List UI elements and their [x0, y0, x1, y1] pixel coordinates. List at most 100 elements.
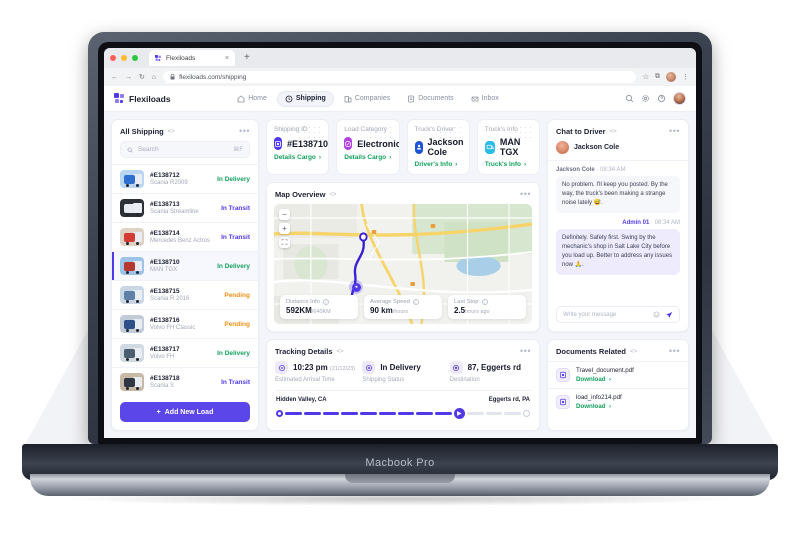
code-badge-icon[interactable]: <> [168, 128, 175, 135]
forward-icon[interactable]: → [125, 74, 132, 81]
chat-message-time: · 08:34 AM [596, 167, 626, 173]
bookmark-star-icon[interactable]: ☆ [643, 73, 649, 81]
list-item[interactable]: #E138714 Mercedes Benz Actros In Transit [112, 222, 258, 251]
code-badge-icon[interactable]: <> [610, 128, 617, 135]
document-download-link[interactable]: Download › [576, 403, 622, 410]
summary-card[interactable]: Truck's Info MAN TGX Truck's Info › [476, 119, 540, 175]
code-badge-icon[interactable]: <> [630, 348, 637, 355]
summary-card-link[interactable]: Driver's Info › [415, 161, 462, 168]
chat-more-button[interactable]: ••• [669, 127, 680, 136]
progress-track[interactable]: ▶ [276, 408, 530, 419]
nav-item-shipping[interactable]: Shipping [276, 90, 334, 107]
back-icon[interactable]: ← [111, 74, 118, 81]
summary-card[interactable]: Load Category Electronic Details Cargo › [336, 119, 400, 175]
search-icon[interactable] [625, 94, 634, 103]
send-icon[interactable] [665, 311, 673, 319]
code-badge-icon[interactable]: <> [337, 348, 344, 355]
list-item-model: Volvo FH [150, 354, 175, 360]
documents-more-button[interactable]: ••• [669, 347, 680, 356]
list-item[interactable]: #E138715 Scania R 2016 Pending [112, 280, 258, 309]
document-download-link[interactable]: Download › [576, 376, 634, 383]
address-input[interactable]: flexiloads.com/shipping [163, 71, 636, 83]
chat-panel: Chat to Driver <> ••• Jackson Cole Jacks… [547, 119, 689, 332]
truck-position-marker[interactable]: ◂ [349, 280, 363, 294]
info-icon[interactable]: i [412, 299, 419, 305]
info-icon[interactable]: i [322, 299, 329, 305]
panel-more-button[interactable]: ••• [239, 127, 250, 136]
info-icon[interactable]: i [481, 299, 488, 305]
shipping-list[interactable]: #E138712 Scania R2009 In Delivery #E1387… [112, 164, 258, 396]
search-icon [127, 147, 133, 152]
map-fullscreen-button[interactable]: ⛶ [279, 237, 290, 248]
summary-card[interactable]: Shipping ID #E138710 Details Cargo › [266, 119, 330, 175]
progress-segment [303, 412, 321, 415]
gear-icon[interactable] [641, 94, 650, 103]
code-badge-icon[interactable]: <> [329, 191, 336, 198]
chevron-right-icon: › [389, 154, 392, 161]
browser-menu-icon[interactable]: ⋮ [682, 73, 689, 81]
nav-item-inbox[interactable]: Inbox [464, 92, 506, 106]
nav-item-documents[interactable]: Documents [400, 92, 460, 106]
list-item[interactable]: #E138713 Scania Streamline In Transit [112, 193, 258, 222]
tab-close-icon[interactable]: × [225, 55, 229, 62]
dot-pattern-decor [367, 125, 394, 141]
user-icon [414, 140, 423, 154]
documents-title: Documents Related [556, 347, 627, 356]
reload-icon[interactable]: ↻ [139, 73, 145, 81]
truck-thumbnail [120, 228, 144, 246]
list-item-meta: #E138718 Scania S [150, 375, 215, 389]
nav-item-home[interactable]: Home [230, 92, 274, 106]
progress-segment [341, 412, 358, 415]
list-item[interactable]: #E138712 Scania R2009 In Delivery [112, 164, 258, 193]
new-tab-button[interactable]: + [244, 53, 250, 63]
browser-profile-avatar[interactable] [666, 72, 676, 82]
map-zoom-in-button[interactable]: + [279, 223, 290, 234]
document-item[interactable]: load_info214.pdf Download › [548, 388, 688, 415]
list-item-id: #E138716 [150, 317, 180, 324]
summary-card-link[interactable]: Details Cargo › [344, 154, 391, 161]
nav-item-shipping-label: Shipping [295, 95, 326, 102]
list-item-id: #E138713 [150, 201, 180, 208]
search-input[interactable]: Search ⌘F [120, 141, 250, 158]
list-item[interactable]: #E138717 Volvo FH In Delivery [112, 338, 258, 367]
app-logo[interactable]: Flexiloads [114, 93, 171, 104]
truck-marker-icon[interactable]: ▶ [453, 408, 465, 419]
status-badge: In Transit [221, 204, 250, 212]
map-stat-label: Distance Info i [286, 299, 352, 305]
status-badge: Pending [224, 320, 250, 328]
map-stat-value: 90 km/hours [370, 306, 408, 315]
list-item[interactable]: #E138716 Volvo FH Classic Pending [112, 309, 258, 338]
emoji-icon[interactable] [653, 311, 660, 318]
list-item[interactable]: #E138710 MAN TGX In Delivery [112, 251, 258, 280]
search-placeholder: Search [138, 146, 159, 153]
origin-label: Hidden Valley, CA [276, 397, 327, 403]
help-icon[interactable] [657, 94, 666, 103]
window-minimize-button[interactable] [121, 55, 127, 61]
add-new-load-button[interactable]: + Add New Load [120, 402, 250, 422]
documents-list: Travel_document.pdf Download › load_info… [548, 361, 688, 415]
avatar[interactable] [673, 92, 686, 105]
map-zoom-out-button[interactable]: − [279, 209, 290, 220]
status-badge: Pending [224, 291, 250, 299]
summary-card-link[interactable]: Details Cargo › [274, 154, 321, 161]
extensions-icon[interactable]: ⧉ [655, 73, 660, 81]
tracking-stats: 10:23 pm (21/12/23) Estimated Arrival Ti… [267, 361, 539, 383]
nav-item-documents-label: Documents [418, 95, 454, 102]
map-more-button[interactable]: ••• [520, 190, 531, 199]
tracking-more-button[interactable]: ••• [520, 347, 531, 356]
map-canvas[interactable]: − + ⛶ ◂ Distance Info i 592KM/640KM Aver… [274, 204, 532, 324]
home-icon[interactable]: ⌂ [152, 74, 156, 81]
window-close-button[interactable] [110, 55, 116, 61]
browser-tab[interactable]: Flexiloads × [149, 50, 235, 66]
chat-contact[interactable]: Jackson Cole [548, 141, 688, 161]
summary-card-link[interactable]: Truck's Info › [485, 161, 532, 168]
window-maximize-button[interactable] [132, 55, 138, 61]
summary-card[interactable]: Truck's Driver Jackson Cole Driver's Inf… [406, 119, 470, 175]
brand-mark-icon [114, 93, 125, 104]
document-item[interactable]: Travel_document.pdf Download › [548, 361, 688, 388]
list-item[interactable]: #E138718 Scania S In Transit [112, 367, 258, 396]
status-badge: In Delivery [217, 349, 250, 357]
message-input[interactable]: Write your message [556, 306, 680, 323]
nav-item-companies[interactable]: Companies [337, 92, 397, 106]
documents-panel: Documents Related <> ••• Travel_document… [547, 339, 689, 431]
